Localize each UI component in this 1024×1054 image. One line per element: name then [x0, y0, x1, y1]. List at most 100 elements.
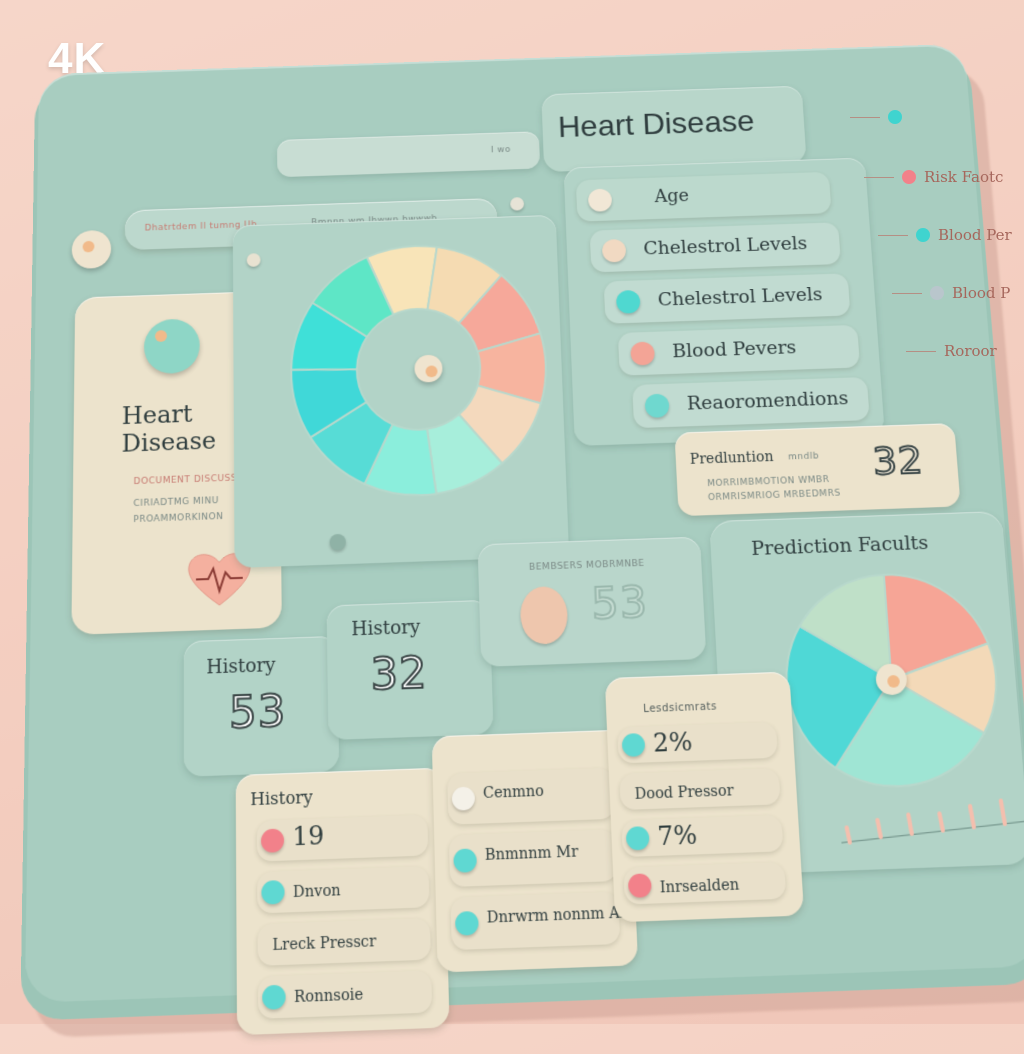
legend-dot-icon [916, 228, 930, 242]
list-item-text: 19 [292, 820, 325, 852]
prediction-label: Predluntion [689, 449, 774, 468]
list-item[interactable]: Inrsealden [623, 862, 787, 905]
connector-line [864, 176, 894, 178]
risk-item-label: Chelestrol Levels [657, 283, 824, 311]
connector-line [850, 116, 880, 118]
history-avatar [519, 585, 569, 645]
side-legend-label: Risk Faotc [924, 168, 1004, 186]
side-legend-item[interactable]: Blood P [892, 284, 1010, 302]
donut-chart-panel [232, 214, 570, 568]
prediction-fine-1: MORRIMBMOTION WMBR [706, 474, 830, 490]
list-item[interactable]: 19 [256, 814, 429, 862]
connector-line [906, 350, 936, 352]
status-dot-icon [625, 826, 650, 851]
risk-item-label: Reaoromendions [686, 387, 850, 415]
record-button[interactable] [71, 229, 112, 270]
history-tile-1[interactable]: History 53 [183, 635, 340, 777]
list-item-text: Dnrwrm nonnm Ab [486, 904, 630, 927]
list-item[interactable]: Cenmno [447, 767, 615, 825]
settings-pin-icon[interactable] [510, 197, 525, 211]
status-dot-icon [260, 828, 285, 853]
list-item[interactable]: Dood Pressor [619, 768, 781, 811]
history-tile-3[interactable]: BEMBSERS MOBRMNBE 53 [477, 536, 707, 667]
history-list-title: History [250, 787, 313, 810]
list-item-text: Cenmno [482, 783, 545, 803]
status-dot-icon [451, 786, 476, 811]
history-list-card: History 19 Dnvon Lreck Presscr Ronnsoie [235, 767, 450, 1036]
legend-dot-icon [888, 110, 902, 124]
prediction-value: 32 [870, 437, 926, 484]
dashboard-surface: Dhatrtdem Il tumng Ub Bmnnn wm Ihwwn bww… [24, 43, 1024, 1036]
card-title-line1: Heart [121, 400, 193, 431]
title-tile: Heart Disease [541, 85, 807, 173]
risk-item[interactable]: Blood Pevers [617, 324, 861, 376]
card-title-line2: Disease [121, 426, 217, 458]
risk-item[interactable]: Reaoromendions [632, 376, 870, 429]
legend-dot-icon [930, 286, 944, 300]
list-item[interactable]: Bnmnnm Mr [448, 829, 618, 888]
risk-item[interactable]: Age [575, 171, 832, 222]
status-dot-icon [261, 880, 285, 905]
risk-item[interactable]: Chelestrol Levels [603, 273, 851, 324]
history-label-1: History [206, 654, 276, 679]
list-item-text: Dnvon [292, 882, 341, 902]
list-item-text: Ronnsoie [293, 986, 364, 1007]
top-info-strip: I wo [276, 131, 541, 178]
card-fine-2: CIRIADTMG MINU [133, 496, 219, 510]
side-legend-item[interactable] [850, 110, 910, 124]
history-label-2: History [351, 616, 421, 641]
prediction-value-box: Predluntion mndlb MORRIMBMOTION WMBR ORM… [674, 423, 961, 517]
connector-line [892, 292, 922, 294]
side-legend-label: Blood Per [938, 226, 1012, 244]
side-legend-item[interactable]: Roroor [906, 342, 997, 360]
panel-pin-icon [246, 253, 261, 267]
side-legend-label: Blood P [952, 284, 1011, 302]
history-value-1: 53 [228, 684, 288, 739]
connector-line [878, 234, 908, 236]
risk-dot-icon [644, 393, 670, 418]
heart-icon [143, 318, 200, 375]
risk-factor-list: Age Chelestrol Levels Chelestrol Levels Blo… [563, 157, 885, 447]
status-dot-icon [262, 984, 286, 1010]
history-fine: BEMBSERS MOBRMNBE [528, 558, 645, 573]
history-value-2: 32 [369, 646, 429, 701]
prediction-label-suffix: mndlb [787, 451, 820, 463]
risk-dot-icon [587, 188, 613, 212]
list-item-text: 2% [652, 727, 694, 758]
status-dot-icon [453, 848, 477, 873]
risk-dot-icon [615, 289, 641, 314]
metrics-list-card: Lesdsicmrats 2% Dood Pressor 7% Inrsealden [604, 671, 805, 923]
list-item[interactable]: Lreck Presscr [257, 918, 431, 966]
timeline-ticks [838, 789, 1024, 860]
history-tile-2[interactable]: History 32 [326, 599, 494, 741]
list-item[interactable]: Ronnsoie [257, 970, 433, 1019]
list-item-text: Bnmnnm Mr [484, 843, 579, 865]
list-item[interactable]: Dnvon [257, 866, 430, 914]
risk-item[interactable]: Chelestrol Levels [589, 222, 841, 273]
panel-pin-icon [329, 533, 346, 551]
list-item[interactable]: 2% [617, 722, 778, 764]
list-item-text: Inrsealden [659, 876, 740, 897]
side-legend-label: Roroor [944, 342, 997, 360]
prediction-fine-2: ORMRISMRIOG MRBEDMRS [707, 488, 841, 504]
status-dot-icon [627, 873, 652, 898]
list-item[interactable]: Dnrwrm nonnm Ab [450, 891, 630, 951]
side-legend-item[interactable]: Blood Per [878, 226, 1012, 244]
dashboard-board: Dhatrtdem Il tumng Ub Bmnnn wm Ihwwn bww… [20, 43, 1024, 1054]
history-value-3: 53 [589, 576, 650, 630]
risk-item-label: Age [654, 185, 690, 207]
risk-dot-icon [601, 238, 627, 263]
card-fine-3: PROAMMORKINON [133, 511, 224, 526]
list-item-text: Lreck Presscr [272, 933, 377, 955]
side-legend-item[interactable]: Risk Faotc [864, 168, 1003, 186]
legend-dot-icon [902, 170, 916, 184]
prediction-results-title: Prediction Facults [750, 531, 929, 561]
metrics-list-title: Lesdsicmrats [642, 701, 718, 716]
risk-dot-icon [630, 341, 656, 366]
risk-item-label: Blood Pevers [671, 336, 797, 363]
details-list-card: Cenmno Bnmnnm Mr Dnrwrm nonnm Ab [431, 729, 639, 973]
top-bar-tag: I wo [490, 145, 511, 156]
list-item[interactable]: 7% [621, 814, 784, 858]
risk-item-label: Chelestrol Levels [642, 232, 808, 260]
status-dot-icon [454, 910, 479, 936]
